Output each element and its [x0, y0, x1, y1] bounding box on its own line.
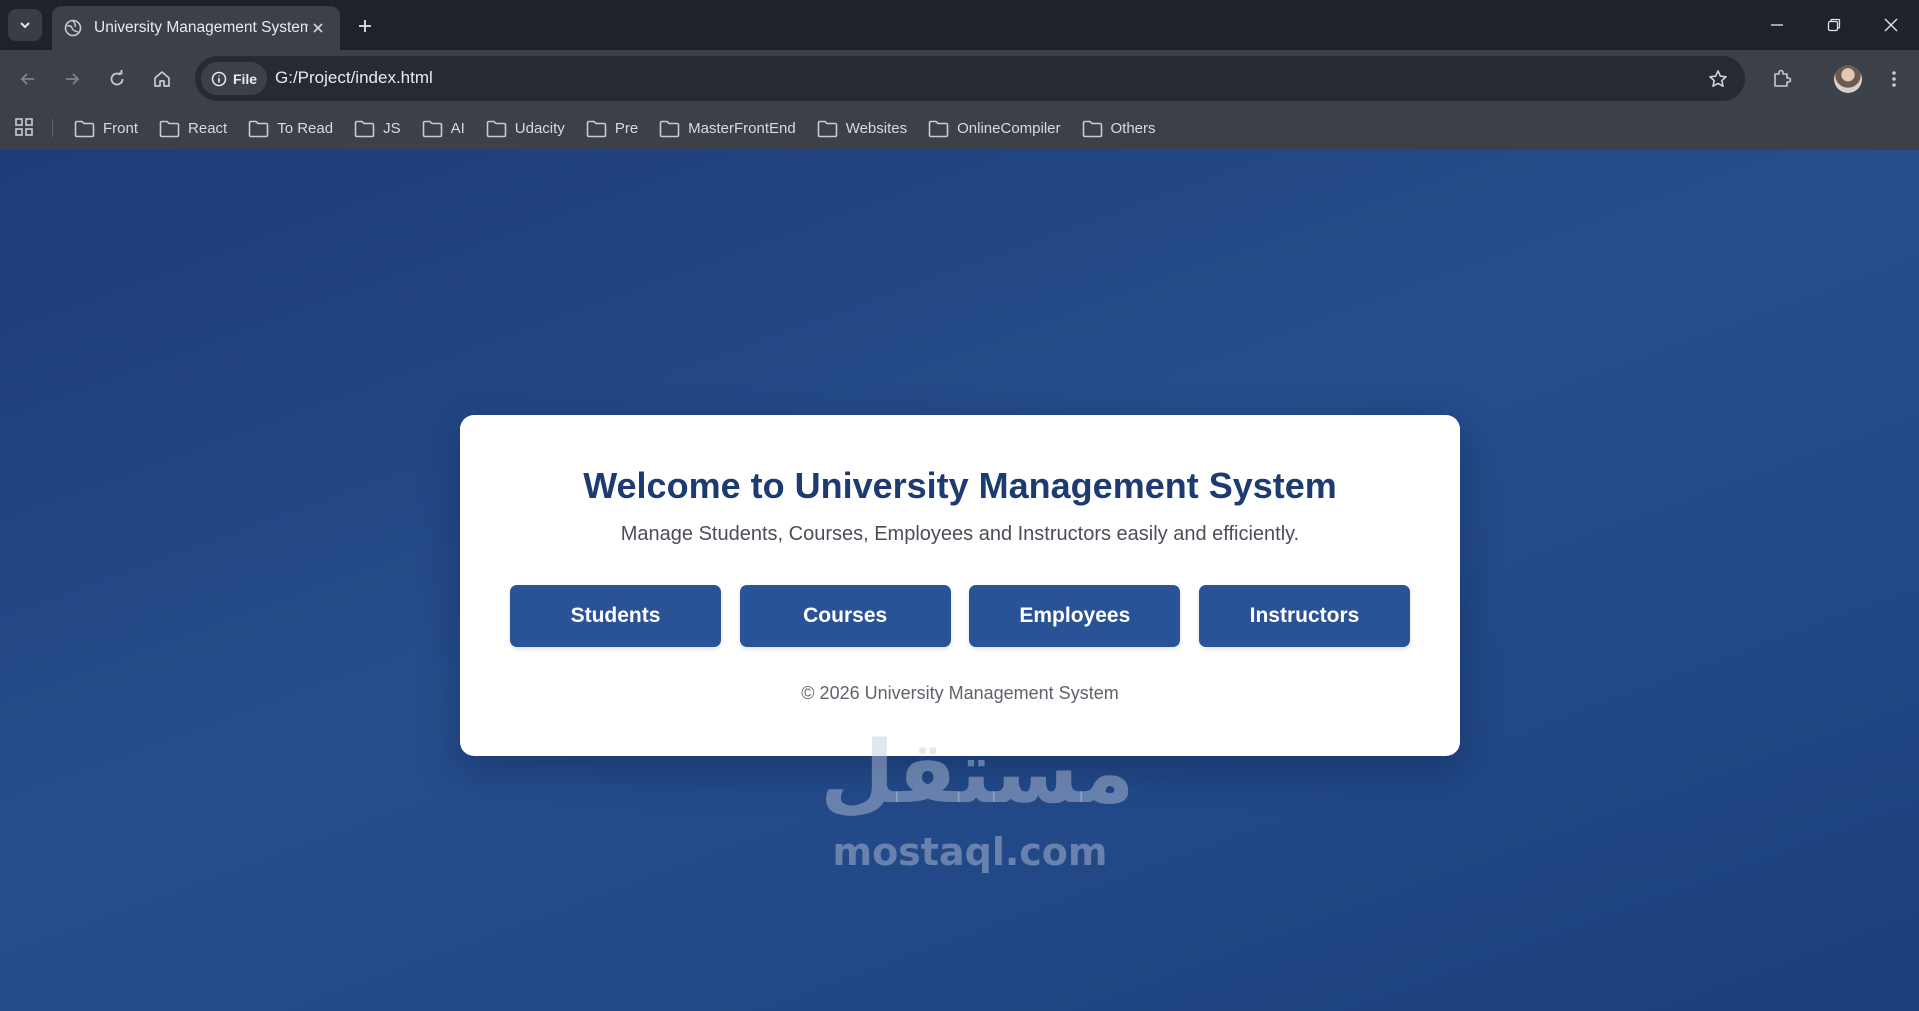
profile-avatar[interactable] — [1834, 65, 1862, 93]
bookmark-folder-websites[interactable]: Websites — [817, 120, 907, 138]
close-window-button[interactable] — [1878, 12, 1904, 38]
watermark-arabic-text: مستقل — [820, 723, 1135, 823]
tab-strip: University Management System — [0, 0, 1919, 50]
folder-icon — [159, 120, 180, 138]
globe-icon — [64, 19, 82, 37]
folder-icon — [928, 120, 949, 138]
folder-icon — [817, 120, 838, 138]
page-subtitle: Manage Students, Courses, Employees and … — [620, 523, 1300, 545]
minimize-icon — [1771, 24, 1783, 26]
puzzle-icon — [1774, 69, 1792, 87]
back-button[interactable] — [13, 64, 43, 94]
address-bar[interactable]: File G:/Project/index.html — [195, 56, 1745, 101]
folder-icon — [659, 120, 680, 138]
folder-icon — [74, 120, 95, 138]
new-tab-button[interactable] — [352, 13, 378, 39]
browser-toolbar: File G:/Project/index.html — [0, 50, 1919, 107]
bookmark-folder-react[interactable]: React — [159, 120, 227, 138]
bookmark-label: AI — [450, 120, 465, 137]
plus-icon — [359, 20, 371, 32]
close-tab-icon[interactable] — [308, 18, 328, 38]
chevron-down-icon — [20, 22, 30, 29]
arrow-right-icon — [66, 73, 80, 85]
bookmark-folder-ai[interactable]: AI — [422, 120, 465, 138]
site-info-label: File — [232, 70, 258, 87]
apps-grid-icon[interactable] — [14, 117, 34, 137]
extensions-button[interactable] — [1767, 64, 1797, 94]
forward-button[interactable] — [57, 64, 87, 94]
bookmark-folder-masterfrontend[interactable]: MasterFrontEnd — [659, 120, 796, 138]
bookmark-folder-js[interactable]: JS — [354, 120, 401, 138]
more-vertical-icon — [1892, 71, 1896, 87]
bookmark-label: React — [188, 120, 228, 137]
bookmark-list: Front React To Read JS AI Udacity Pre Ma… — [74, 107, 1177, 150]
folder-icon — [586, 120, 607, 138]
bookmark-label: Udacity — [514, 120, 565, 137]
bookmark-label: Front — [103, 120, 139, 137]
info-icon — [211, 71, 227, 86]
page-viewport: Welcome to University Management System … — [0, 150, 1919, 1011]
tab-search-button[interactable] — [8, 9, 42, 41]
bookmark-label: OnlineCompiler — [957, 120, 1061, 137]
bookmark-label: MasterFrontEnd — [688, 120, 796, 137]
bookmark-star-icon[interactable] — [1705, 66, 1731, 92]
menu-button[interactable] — [1879, 64, 1909, 94]
minimize-button[interactable] — [1764, 12, 1790, 38]
reload-button[interactable] — [102, 64, 132, 94]
bookmark-folder-others[interactable]: Others — [1082, 120, 1156, 138]
page-title: Welcome to University Management System — [583, 465, 1337, 506]
tab-title: University Management System — [94, 19, 308, 36]
url-text[interactable]: G:/Project/index.html — [275, 68, 433, 88]
watermark-latin-text: mostaql.com — [832, 830, 1108, 874]
bookmark-folder-front[interactable]: Front — [74, 120, 138, 138]
welcome-card: Welcome to University Management System … — [460, 415, 1460, 756]
bookmark-label: JS — [383, 120, 401, 137]
courses-button[interactable]: Courses — [739, 585, 951, 647]
bookmark-folder-pre[interactable]: Pre — [586, 120, 638, 138]
restore-icon — [1827, 18, 1841, 32]
folder-icon — [248, 120, 269, 138]
arrow-left-icon — [20, 73, 34, 85]
copyright-footer: © 2026 University Management System — [801, 683, 1119, 703]
home-icon — [154, 71, 170, 87]
folder-icon — [422, 120, 443, 138]
folder-icon — [354, 120, 375, 138]
bookmark-folder-to-read[interactable]: To Read — [248, 120, 333, 138]
instructors-button[interactable]: Instructors — [1198, 585, 1410, 647]
tab-active[interactable]: University Management System — [52, 6, 340, 50]
bookmark-label: Others — [1110, 120, 1156, 137]
bookmark-folder-udacity[interactable]: Udacity — [486, 120, 565, 138]
folder-icon — [1082, 120, 1103, 138]
mostaql-watermark: مستقل mostaql.com — [820, 723, 1135, 1000]
site-info-chip[interactable]: File — [201, 62, 267, 95]
employees-button[interactable]: Employees — [969, 585, 1181, 647]
students-button[interactable]: Students — [510, 585, 721, 647]
bookmarks-bar: Front React To Read JS AI Udacity Pre Ma… — [0, 107, 1919, 150]
home-button[interactable] — [147, 64, 177, 94]
bookmarks-divider — [52, 119, 53, 137]
nav-button-row: Students Courses Employees Instructors — [510, 585, 1410, 647]
close-icon — [1884, 18, 1898, 32]
bookmark-label: Websites — [845, 120, 908, 137]
bookmark-label: To Read — [277, 120, 334, 137]
bookmark-folder-onlinecompiler[interactable]: OnlineCompiler — [928, 120, 1061, 138]
restore-button[interactable] — [1821, 12, 1847, 38]
reload-icon — [110, 70, 124, 86]
folder-icon — [486, 120, 507, 138]
bookmark-label: Pre — [614, 120, 639, 137]
